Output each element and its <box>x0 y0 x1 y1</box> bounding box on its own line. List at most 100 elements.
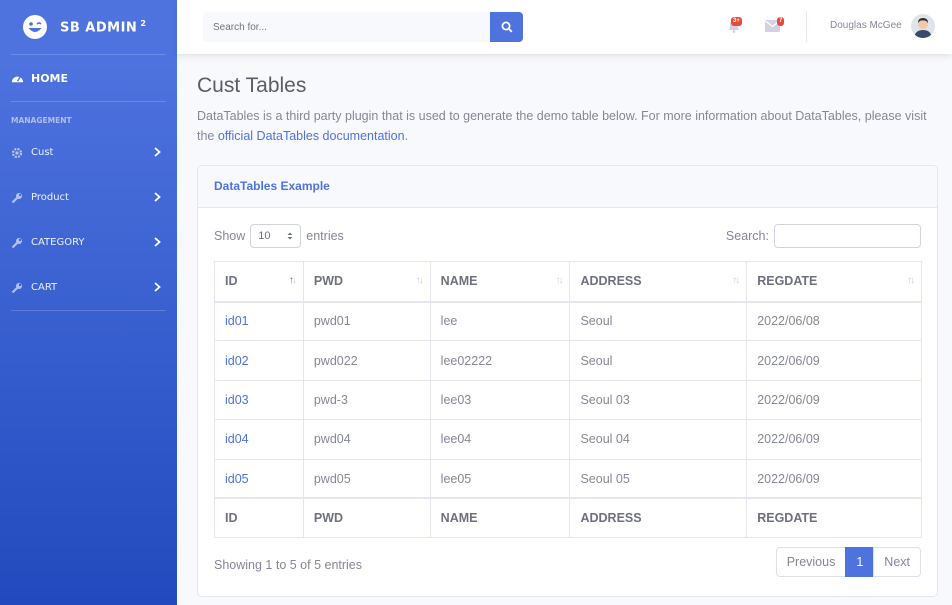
avatar[interactable] <box>911 14 935 38</box>
row-name: lee03 <box>429 379 571 421</box>
sidebar-heading: MANAGEMENT <box>11 116 72 125</box>
row-name: lee05 <box>429 458 571 499</box>
column-footer-address: ADDRESS <box>569 497 748 538</box>
column-header-id[interactable]: ID ↑↓ <box>214 261 304 303</box>
page-title: Cust Tables <box>197 74 307 97</box>
alerts-badge: 3+ <box>731 17 742 26</box>
laugh-wink-icon <box>23 15 47 39</box>
sidebar-item-label: CATEGORY <box>31 237 85 248</box>
sidebar-brand[interactable]: SB ADMIN 2 <box>0 0 177 54</box>
table-row: id03 pwd-3 lee03 Seoul 03 2022/06/09 <box>214 379 922 421</box>
sidebar-divider <box>11 310 166 311</box>
sort-icon: ↑↓ <box>415 275 424 286</box>
column-header-regdate[interactable]: REGDATE ↑↓ <box>746 261 922 303</box>
table-search-label: Search: <box>725 229 769 243</box>
row-id-link[interactable]: id02 <box>225 354 249 368</box>
row-pwd: pwd022 <box>302 340 431 381</box>
topbar: 3+ 7 Douglas McGee <box>177 0 952 54</box>
topbar-search <box>203 12 491 42</box>
column-footer-name: NAME <box>429 497 571 538</box>
search-input[interactable] <box>203 12 491 42</box>
row-id-link[interactable]: id03 <box>225 393 249 407</box>
column-header-name[interactable]: NAME ↑↓ <box>429 261 571 303</box>
wrench-icon <box>11 282 22 293</box>
row-address: Seoul <box>569 340 748 381</box>
table-row: id04 pwd04 lee04 Seoul 04 2022/06/09 <box>214 419 922 460</box>
row-name: lee <box>429 300 571 342</box>
brand-name: SB ADMIN 2 <box>60 18 147 36</box>
column-header-pwd[interactable]: PWD ↑↓ <box>302 261 431 303</box>
sidebar-item-cart[interactable]: CART <box>0 265 177 310</box>
search-button[interactable] <box>490 12 523 42</box>
table-row: id02 pwd022 lee02222 Seoul 2022/06/09 <box>214 340 922 381</box>
table-row: id01 pwd01 lee Seoul 2022/06/08 <box>214 300 922 342</box>
column-header-address[interactable]: ADDRESS ↑↓ <box>569 261 748 303</box>
row-regdate: 2022/06/09 <box>746 458 922 499</box>
datatables-docs-link[interactable]: official DataTables documentation <box>218 129 405 143</box>
page-1-button[interactable]: 1 <box>845 547 875 577</box>
row-pwd: pwd-3 <box>302 379 431 421</box>
sort-asc-icon: ↑↓ <box>288 275 297 286</box>
show-label: Show <box>214 229 246 243</box>
row-id-link[interactable]: id05 <box>225 472 249 486</box>
table-search-control: Search: <box>726 224 921 248</box>
pagination: Previous 1 Next <box>775 547 921 577</box>
data-table: ID ↑↓ PWD ↑↓ NAME ↑↓ ADDRESS ↑↓ REGDATE ↑↓ id… <box>214 261 922 538</box>
user-avatar-icon <box>911 14 935 38</box>
messages-badge: 7 <box>777 17 785 26</box>
wrench-icon <box>11 237 22 248</box>
sidebar-item-label: Cust <box>31 147 54 158</box>
sidebar-item-label: HOME <box>31 71 69 85</box>
row-pwd: pwd04 <box>302 419 431 460</box>
row-address: Seoul 04 <box>569 419 748 460</box>
search-icon <box>501 21 513 33</box>
row-pwd: pwd05 <box>302 458 431 499</box>
page-description: DataTables is a third party plugin that … <box>197 109 927 143</box>
sidebar-item-category[interactable]: CATEGORY <box>0 220 177 265</box>
sort-icon: ↑↓ <box>555 275 563 286</box>
tachometer-icon <box>11 75 24 82</box>
table-header-row: ID ↑↓ PWD ↑↓ NAME ↑↓ ADDRESS ↑↓ REGDATE ↑↓ <box>214 261 922 303</box>
sidebar-item-label: CART <box>31 282 58 293</box>
row-id-link[interactable]: id04 <box>225 432 249 446</box>
row-name: lee04 <box>429 419 571 460</box>
entries-label: entries <box>306 229 344 243</box>
row-regdate: 2022/06/09 <box>746 419 922 460</box>
row-regdate: 2022/06/09 <box>746 340 922 381</box>
row-id-link[interactable]: id01 <box>225 314 249 328</box>
table-footer-row: ID PWD NAME ADDRESS REGDATE <box>214 497 922 538</box>
row-regdate: 2022/06/09 <box>746 379 922 421</box>
column-footer-regdate: REGDATE <box>746 497 922 538</box>
row-address: Seoul 05 <box>569 458 748 499</box>
column-footer-id: ID <box>214 497 304 538</box>
row-address: Seoul <box>569 300 748 342</box>
row-address: Seoul 03 <box>569 379 748 421</box>
previous-page-button[interactable]: Previous <box>775 547 847 577</box>
sidebar-item-cust[interactable]: Cust <box>0 130 177 175</box>
entries-select-value: 10 <box>258 230 271 242</box>
sidebar-item-product[interactable]: Product <box>0 175 177 220</box>
chevron-right-icon <box>154 192 161 202</box>
select-caret-icon <box>287 232 293 240</box>
topbar-divider <box>806 11 807 42</box>
entries-length-control: Show 10 entries <box>214 224 344 248</box>
datatable-card: DataTables Example Show 10 entries Searc… <box>197 165 938 597</box>
sidebar-item-home[interactable]: HOME <box>0 55 177 101</box>
gear-icon <box>11 147 23 158</box>
row-regdate: 2022/06/08 <box>746 300 922 342</box>
user-name[interactable]: Douglas McGee <box>830 20 902 31</box>
table-search-input[interactable] <box>774 224 921 248</box>
table-row: id05 pwd05 lee05 Seoul 05 2022/06/09 <box>214 458 922 499</box>
entries-select[interactable]: 10 <box>250 224 302 248</box>
column-footer-pwd: PWD <box>302 497 431 538</box>
wrench-icon <box>11 192 22 203</box>
chevron-right-icon <box>154 282 161 292</box>
table-info: Showing 1 to 5 of 5 entries <box>214 558 363 572</box>
next-page-button[interactable]: Next <box>873 547 921 577</box>
card-title: DataTables Example <box>198 166 937 208</box>
sort-icon: ↑↓ <box>732 275 740 286</box>
chevron-right-icon <box>154 237 161 247</box>
row-name: lee02222 <box>429 340 571 381</box>
sidebar: SB ADMIN 2 HOME MANAGEMENT Cust Product C… <box>0 0 177 605</box>
chevron-right-icon <box>154 147 161 157</box>
